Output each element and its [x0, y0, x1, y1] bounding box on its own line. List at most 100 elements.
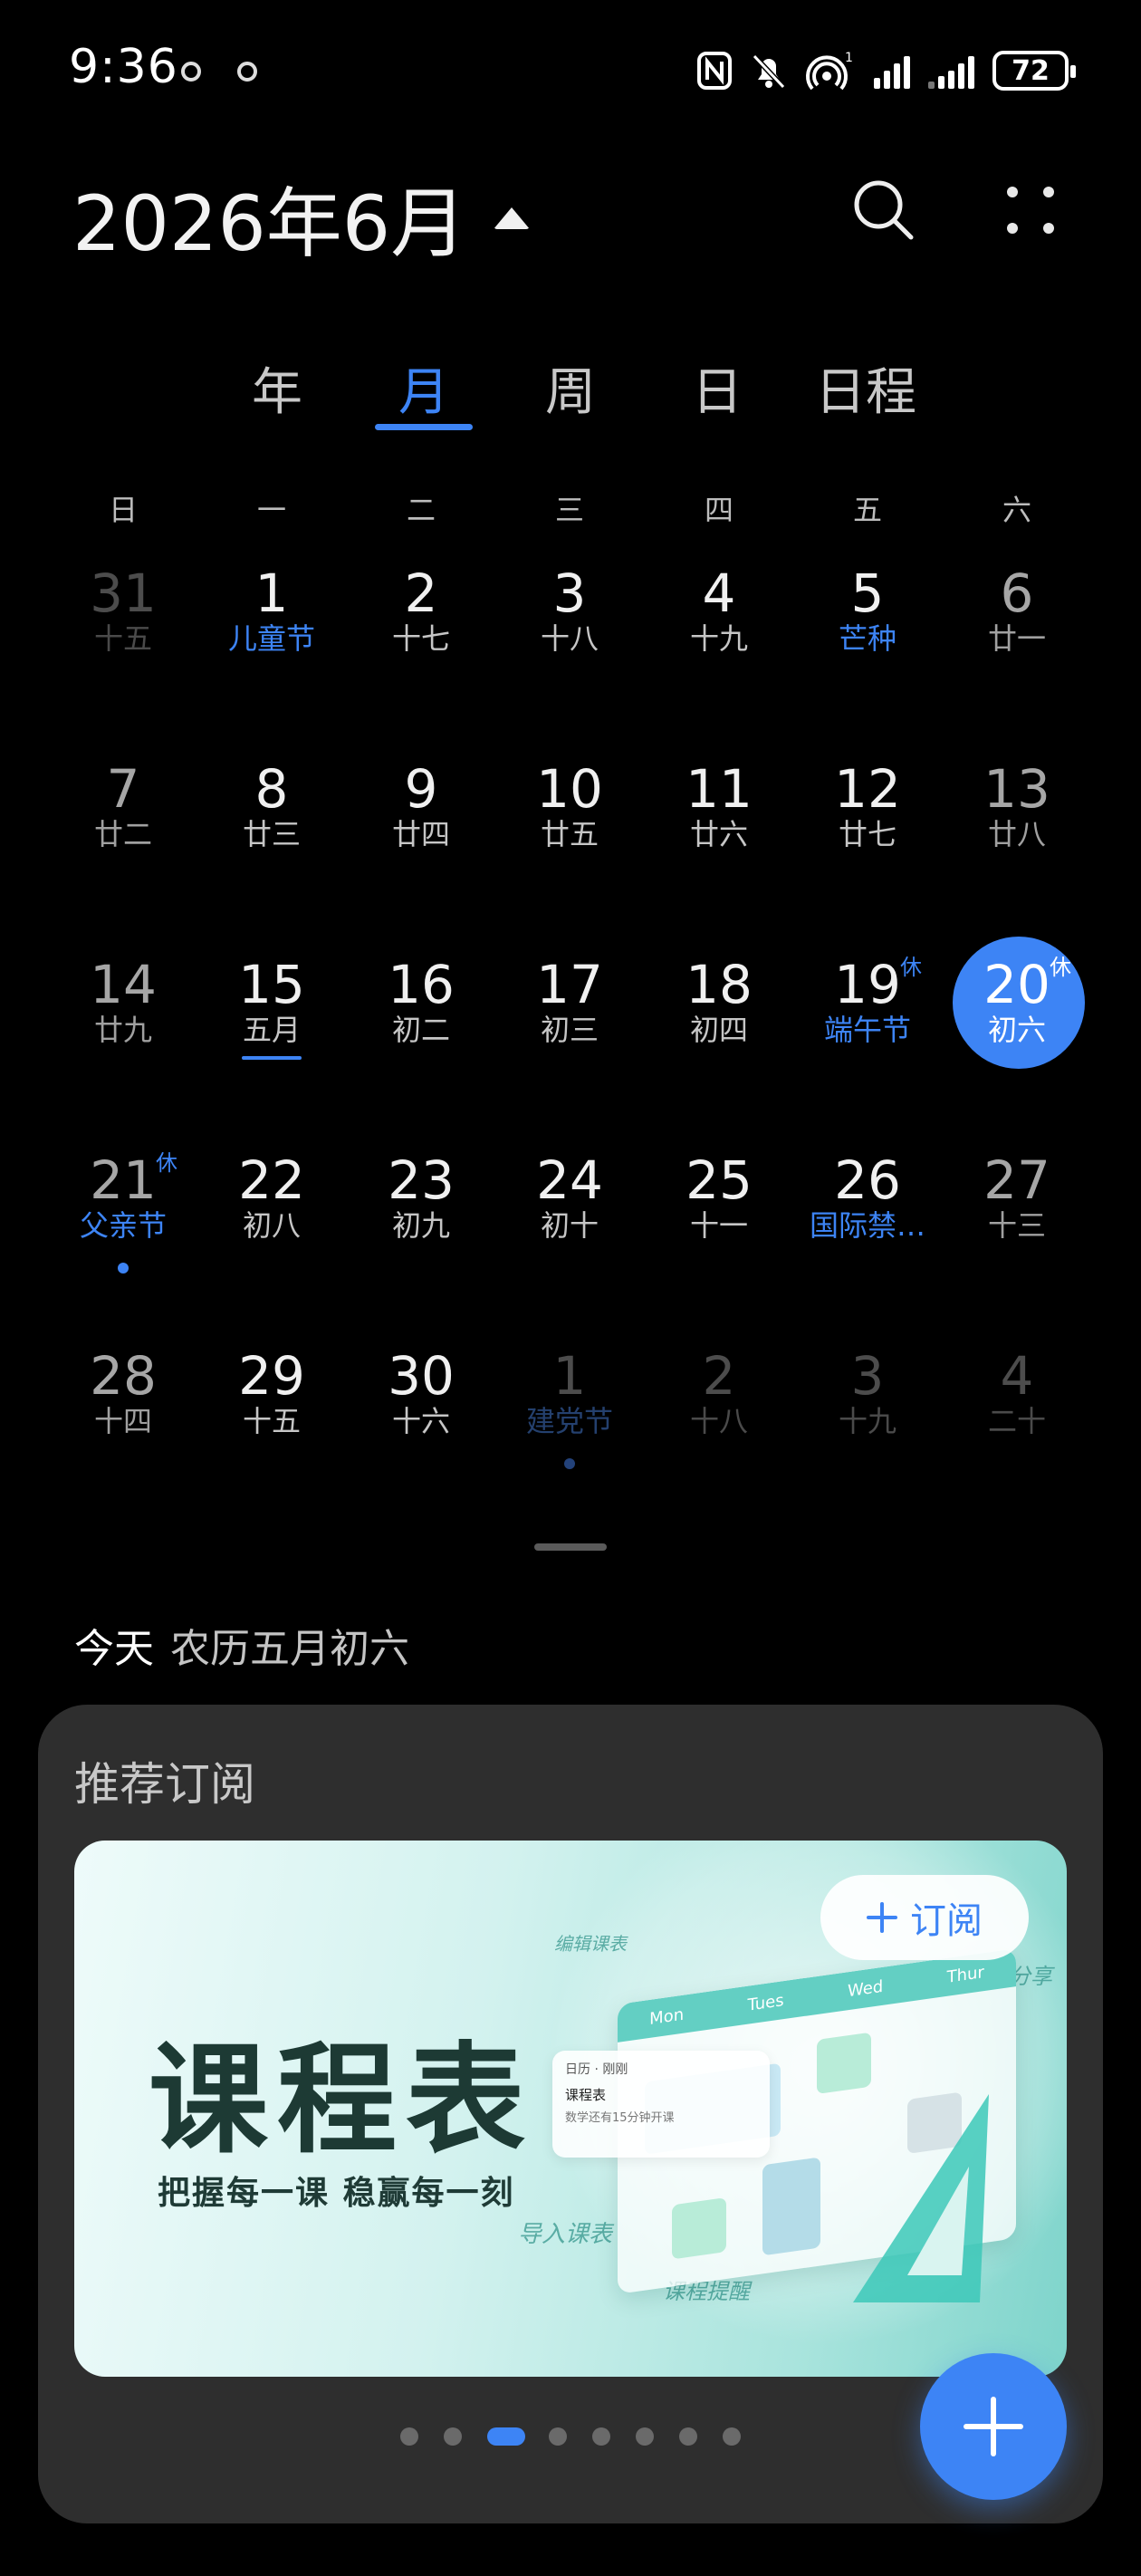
day-cell[interactable]: 7 廿二	[49, 763, 197, 935]
day-cell[interactable]: 31 十五	[49, 567, 197, 739]
day-lunar: 十五	[242, 1404, 301, 1438]
pager-dot-active[interactable]	[487, 2427, 525, 2446]
notification-app: 日历 · 刚刚	[565, 2062, 628, 2077]
day-cell[interactable]: 16 初二	[347, 958, 495, 1130]
day-number: 27	[983, 1149, 1050, 1211]
notification-dot-icon	[237, 62, 257, 82]
pager-dot[interactable]	[400, 2427, 418, 2446]
day-lunar: 廿九	[93, 1013, 152, 1047]
day-lunar: 廿四	[391, 817, 450, 851]
day-lunar: 十三	[987, 1208, 1046, 1243]
day-cell-today[interactable]: 20 初六休	[943, 955, 1091, 1130]
view-tabs: 年 月 周 日 日程	[0, 351, 1141, 442]
tab-agenda[interactable]: 日程	[815, 351, 916, 425]
tab-day[interactable]: 日	[692, 351, 743, 425]
page-title: 2026年6月	[72, 179, 467, 268]
weekday-fri: 五	[852, 493, 883, 527]
day-festival: 芒种	[838, 621, 896, 656]
banner-slogan: 把握每一课 稳赢每一刻	[158, 2174, 515, 2212]
signal-icon	[874, 53, 910, 89]
month-title-button[interactable]: 2026年6月	[72, 163, 531, 273]
day-cell[interactable]: 2 十八	[645, 1350, 793, 1522]
day-cell[interactable]: 26 国际禁…	[793, 1154, 942, 1326]
pager-dot[interactable]	[444, 2427, 462, 2446]
notification-dot-icon	[181, 62, 201, 82]
day-cell[interactable]: 1 儿童节	[197, 567, 346, 739]
nfc-icon	[697, 52, 732, 90]
day-lunar: 廿八	[987, 817, 1046, 851]
tab-month[interactable]: 月	[398, 351, 449, 425]
day-cell[interactable]: 28 十四	[49, 1350, 197, 1522]
lunar-month-underline	[242, 1056, 302, 1060]
day-cell[interactable]: 1 建党节	[495, 1350, 644, 1522]
day-cell[interactable]: 11 廿六	[645, 763, 793, 935]
day-cell[interactable]: 15 五月	[197, 958, 346, 1130]
day-cell[interactable]: 4 二十	[943, 1350, 1091, 1522]
weekday-wed: 三	[554, 493, 585, 527]
day-cell[interactable]: 9 廿四	[347, 763, 495, 935]
day-lunar: 十九	[838, 1404, 896, 1438]
day-cell[interactable]: 3 十八	[495, 567, 644, 739]
battery-level: 72	[1012, 54, 1050, 87]
day-cell[interactable]: 5 芒种	[793, 567, 942, 739]
timetable-day: Thur	[946, 1962, 984, 1987]
day-cell[interactable]: 24 初十	[495, 1154, 644, 1326]
weekday-tue: 二	[406, 493, 436, 527]
day-number: 29	[238, 1345, 305, 1407]
search-icon[interactable]	[848, 174, 920, 246]
tab-year[interactable]: 年	[252, 351, 302, 425]
day-cell[interactable]: 30 十六	[347, 1350, 495, 1522]
tab-week[interactable]: 周	[545, 351, 596, 425]
banner-float-text: 编辑课表	[554, 1933, 627, 1955]
triangle-ruler-icon	[853, 2094, 989, 2302]
day-lunar: 廿二	[93, 817, 152, 851]
pager-dot[interactable]	[679, 2427, 697, 2446]
day-lunar: 十五	[93, 621, 152, 656]
day-lunar: 初二	[391, 1013, 450, 1047]
pager-dot[interactable]	[592, 2427, 610, 2446]
day-cell[interactable]: 18 初四	[645, 958, 793, 1130]
subscribe-button[interactable]: 订阅	[820, 1875, 1029, 1960]
day-cell[interactable]: 12 廿七	[793, 763, 942, 935]
day-number: 7	[106, 758, 140, 820]
day-cell[interactable]: 19 端午节休	[793, 955, 942, 1130]
day-cell[interactable]: 27 十三	[943, 1154, 1091, 1326]
pager-dot[interactable]	[636, 2427, 654, 2446]
day-number: 2	[404, 562, 438, 624]
day-lunar: 十七	[391, 621, 450, 656]
day-lunar: 五月	[242, 1013, 301, 1047]
notification-illustration: 日历 · 刚刚 课程表 数学还有15分钟开课	[552, 2051, 770, 2158]
day-cell[interactable]: 6 廿一	[943, 567, 1091, 739]
day-cell[interactable]: 22 初八	[197, 1154, 346, 1326]
day-cell[interactable]: 10 廿五	[495, 763, 644, 935]
day-cell[interactable]: 14 廿九	[49, 958, 197, 1130]
day-cell[interactable]: 2 十七	[347, 567, 495, 739]
drag-handle[interactable]	[534, 1543, 607, 1551]
day-number: 3	[552, 562, 587, 624]
day-cell[interactable]: 17 初三	[495, 958, 644, 1130]
today-label: 今天	[74, 1626, 154, 1672]
timetable-day: Tues	[747, 1990, 784, 2015]
pager-dot[interactable]	[723, 2427, 741, 2446]
more-icon[interactable]	[994, 178, 1067, 250]
day-cell[interactable]: 25 十一	[645, 1154, 793, 1326]
day-lunar: 十八	[540, 621, 599, 656]
day-festival: 儿童节	[227, 621, 315, 656]
day-cell[interactable]: 23 初九	[347, 1154, 495, 1326]
status-time: 9:36	[69, 40, 178, 94]
timetable-banner[interactable]: 编辑课表 课表分享 导入课表 课程提醒 Mon Tues Wed Thur 日历…	[74, 1841, 1067, 2377]
day-lunar: 初六	[987, 1013, 1046, 1047]
pager-dot[interactable]	[549, 2427, 567, 2446]
day-number: 9	[404, 758, 438, 820]
day-cell[interactable]: 29 十五	[197, 1350, 346, 1522]
day-cell[interactable]: 8 廿三	[197, 763, 346, 935]
day-cell[interactable]: 3 十九	[793, 1350, 942, 1522]
day-cell[interactable]: 4 十九	[645, 567, 793, 739]
day-cell[interactable]: 13 廿八	[943, 763, 1091, 935]
timetable-day: Mon	[649, 2004, 685, 2029]
add-event-button[interactable]	[920, 2353, 1067, 2500]
day-lunar: 廿六	[689, 817, 748, 851]
calendar-app: 9:36 1 72 2026年6月 年 月 周 日 日程 日 一 二 三 四 五…	[0, 0, 1141, 2576]
day-cell[interactable]: 21 父亲节休	[49, 1150, 197, 1326]
hotspot-icon: 1	[806, 51, 853, 91]
